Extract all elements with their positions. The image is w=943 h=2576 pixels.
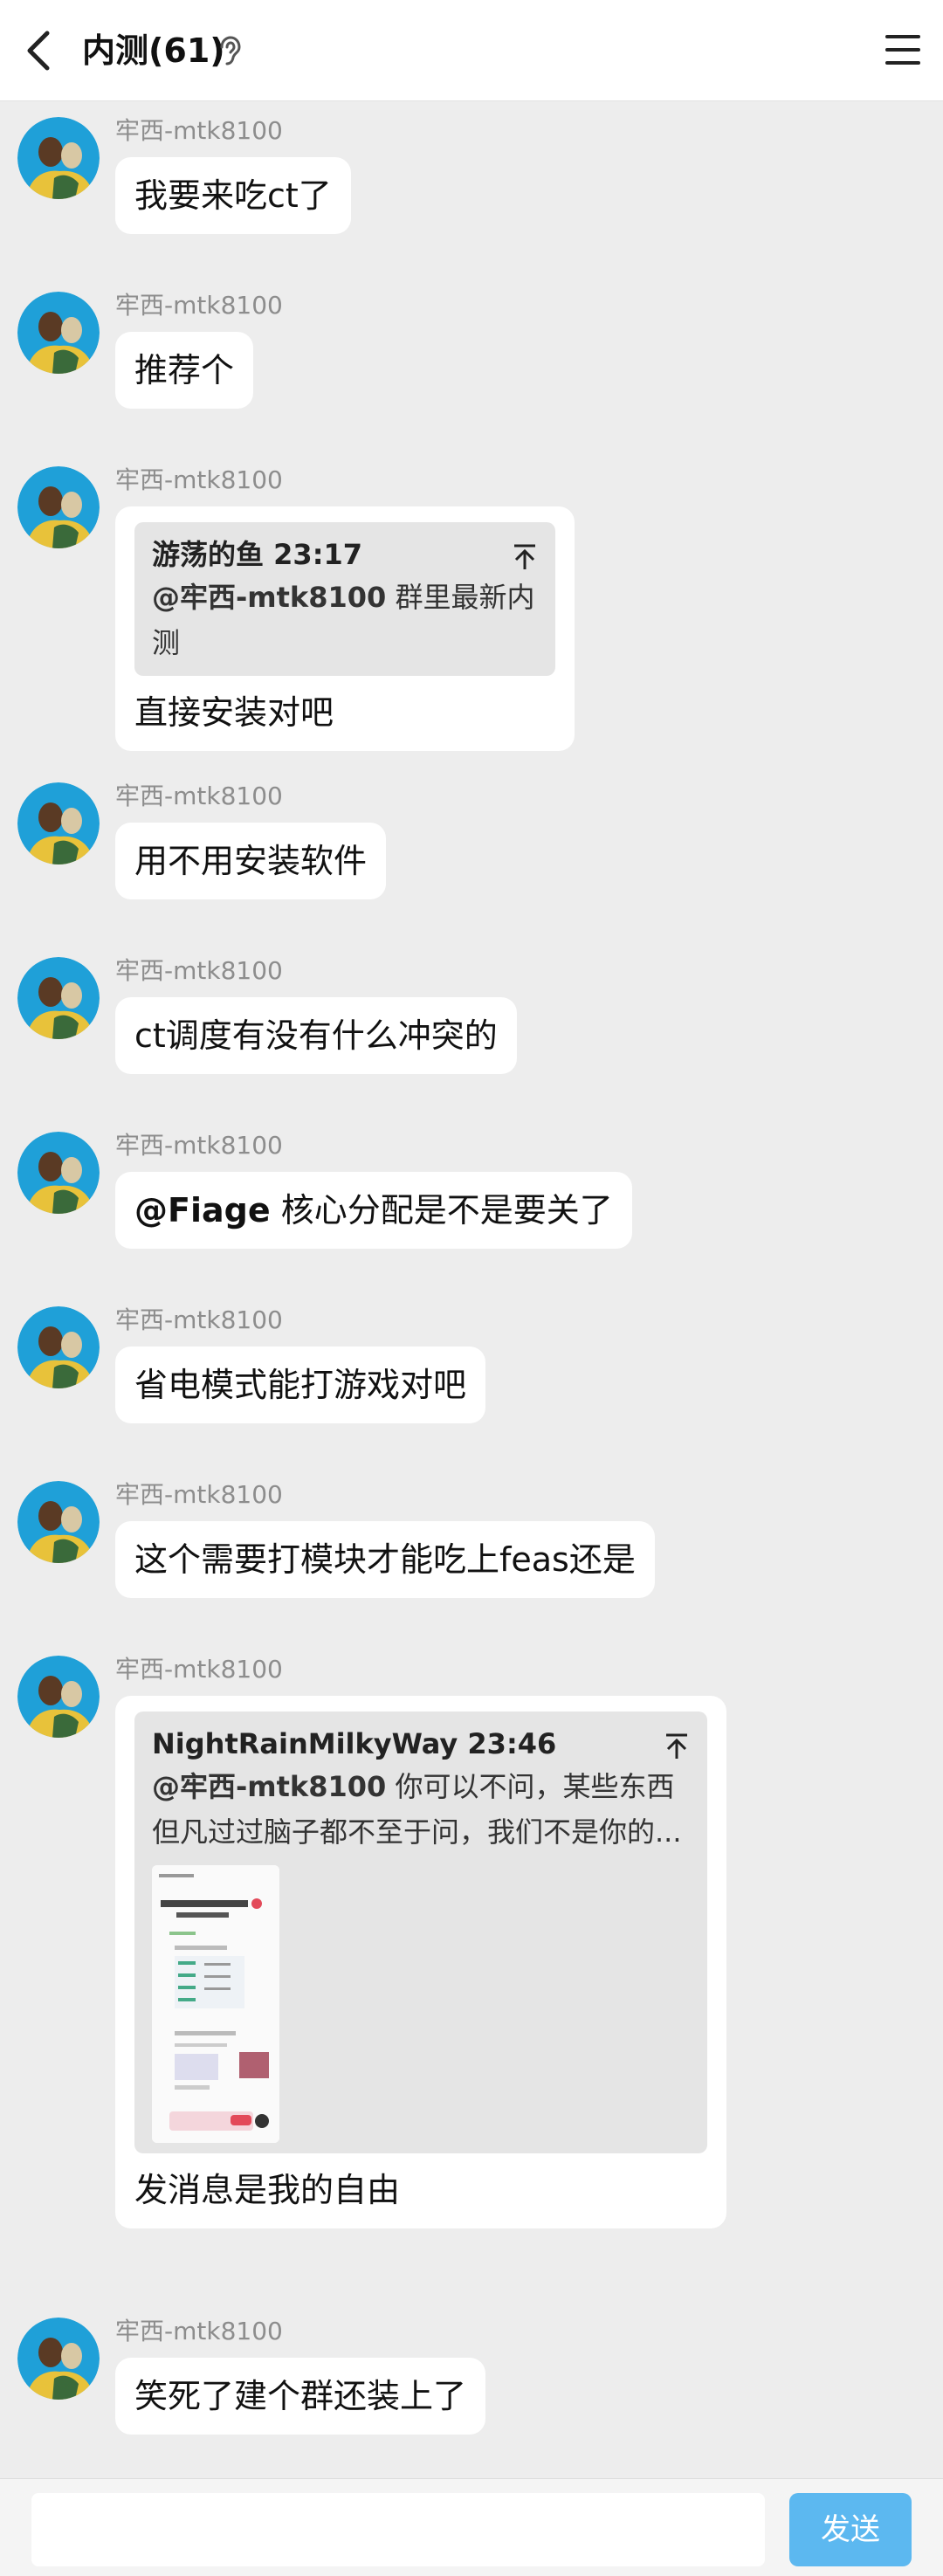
- message-bubble[interactable]: 笑死了建个群还装上了: [115, 2358, 486, 2435]
- quote-header: 游荡的鱼 23:17: [152, 534, 538, 575]
- sender-name: 牢西-mtk8100: [115, 1305, 283, 1334]
- menu-icon: [885, 35, 920, 65]
- avatar[interactable]: [17, 1656, 100, 1738]
- avatar[interactable]: [17, 466, 100, 548]
- quoted-message[interactable]: NightRainMilkyWay 23:46 @牢西-mtk8100 你可以不…: [134, 1712, 707, 2153]
- message-text: 笑死了建个群还装上了: [134, 2377, 467, 2415]
- avatar[interactable]: [17, 2318, 100, 2400]
- sender-name: 牢西-mtk8100: [115, 782, 283, 810]
- message-bubble[interactable]: NightRainMilkyWay 23:46 @牢西-mtk8100 你可以不…: [115, 1696, 726, 2228]
- jump-to-top-icon[interactable]: [512, 543, 538, 571]
- jump-to-top-icon[interactable]: [664, 1732, 690, 1760]
- message-text: 这个需要打模块才能吃上feas还是: [134, 1540, 636, 1579]
- chat-title: 内测(61): [82, 24, 225, 77]
- sender-name: 牢西-mtk8100: [115, 2317, 283, 2345]
- message-bubble[interactable]: 游荡的鱼 23:17 @牢西-mtk8100 群里最新内测 直接安装对吧: [115, 506, 575, 751]
- sender-name: 牢西-mtk8100: [115, 1131, 283, 1160]
- quote-time: 23:46: [467, 1727, 557, 1760]
- sender-name: 牢西-mtk8100: [115, 291, 283, 320]
- message-bubble[interactable]: @Fiage 核心分配是不是要关了: [115, 1172, 632, 1249]
- chevron-left-icon: [27, 31, 50, 71]
- quote-author: NightRainMilkyWay: [152, 1727, 458, 1760]
- message-text: ct调度有没有什么冲突的: [134, 1016, 498, 1055]
- ear-icon[interactable]: [215, 35, 244, 66]
- menu-button[interactable]: [882, 30, 924, 70]
- back-button[interactable]: [19, 26, 63, 75]
- message-text: 用不用安装软件: [134, 842, 368, 880]
- message-input[interactable]: [31, 2493, 765, 2566]
- message-text: 核心分配是不是要关了: [270, 1191, 613, 1229]
- quote-author: 游荡的鱼: [152, 538, 265, 571]
- sender-name: 牢西-mtk8100: [115, 116, 283, 145]
- message-bubble[interactable]: ct调度有没有什么冲突的: [115, 997, 517, 1074]
- quoted-message[interactable]: 游荡的鱼 23:17 @牢西-mtk8100 群里最新内测: [134, 522, 555, 676]
- avatar[interactable]: [17, 1306, 100, 1388]
- mention[interactable]: @Fiage: [134, 1191, 271, 1229]
- quote-header: NightRainMilkyWay 23:46: [152, 1724, 690, 1764]
- quote-mention: @牢西-mtk8100: [152, 1770, 387, 1803]
- avatar[interactable]: [17, 292, 100, 374]
- chat-screen: 内测(61) 牢西-mtk8100 我要来吃ct了 牢西-mtk8100 推荐个…: [0, 0, 943, 2576]
- group-name: 内测: [82, 31, 149, 70]
- quote-text: @牢西-mtk8100 你可以不问，某些东西但凡过过脑子都不至于问，我们不是你的…: [152, 1764, 690, 1855]
- send-button[interactable]: 发送: [789, 2493, 912, 2566]
- member-count: (61): [148, 31, 225, 70]
- input-bar: 发送: [0, 2478, 943, 2576]
- message-bubble[interactable]: 这个需要打模块才能吃上feas还是: [115, 1521, 655, 1598]
- sender-name: 牢西-mtk8100: [115, 1480, 283, 1509]
- message-text: 直接安装对吧: [134, 693, 334, 732]
- message-bubble[interactable]: 推荐个: [115, 332, 254, 409]
- quote-mention: @牢西-mtk8100: [152, 581, 387, 614]
- avatar[interactable]: [17, 957, 100, 1039]
- message-bubble[interactable]: 省电模式能打游戏对吧: [115, 1347, 486, 1423]
- quote-text: @牢西-mtk8100 群里最新内测: [152, 575, 538, 665]
- message-bubble[interactable]: 我要来吃ct了: [115, 157, 351, 234]
- message-bubble[interactable]: 用不用安装软件: [115, 823, 387, 899]
- message-text: 发消息是我的自由: [134, 2171, 401, 2209]
- avatar[interactable]: [17, 117, 100, 199]
- avatar[interactable]: [17, 782, 100, 864]
- chat-header: 内测(61): [0, 0, 943, 101]
- quoted-image-thumbnail[interactable]: [152, 1865, 279, 2143]
- avatar[interactable]: [17, 1132, 100, 1214]
- sender-name: 牢西-mtk8100: [115, 465, 283, 494]
- message-text: 省电模式能打游戏对吧: [134, 1366, 467, 1404]
- message-text: 我要来吃ct了: [134, 176, 332, 215]
- avatar[interactable]: [17, 1481, 100, 1563]
- sender-name: 牢西-mtk8100: [115, 1655, 283, 1684]
- message-text: 推荐个: [134, 351, 235, 389]
- sender-name: 牢西-mtk8100: [115, 956, 283, 985]
- quote-time: 23:17: [273, 538, 363, 571]
